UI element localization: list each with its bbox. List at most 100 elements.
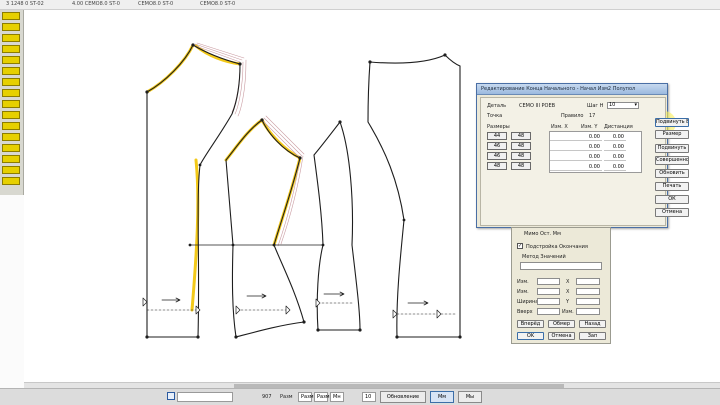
size-button[interactable]: 48 — [487, 162, 507, 170]
size-button[interactable]: 46 — [487, 152, 507, 160]
step-select[interactable]: 10 ▾ — [607, 102, 639, 109]
column-sizes: Размеры — [487, 124, 510, 130]
tool-cut-icon[interactable] — [2, 100, 20, 108]
tool-curve-icon[interactable] — [2, 45, 20, 53]
method-field[interactable] — [520, 262, 602, 270]
size-button[interactable]: 48 — [511, 142, 531, 150]
adjust-label: Подстройка Окончания — [526, 244, 588, 250]
values-table[interactable]: 0.00 0.00 0.00 0.00 0.00 0.00 0.00 0.00 — [549, 131, 642, 173]
row-label: X — [566, 279, 570, 285]
value-field[interactable] — [537, 278, 560, 285]
row-label: X — [566, 289, 570, 295]
back-button[interactable]: Назад — [579, 320, 606, 328]
tool-dart-icon[interactable] — [2, 111, 20, 119]
column-dist: Дистанция — [604, 124, 633, 130]
table-cell[interactable]: 0.00 — [604, 163, 626, 171]
method-label: Метод Значений — [522, 254, 566, 260]
step-field[interactable]: 10 — [362, 392, 376, 402]
field-a[interactable]: Разм — [314, 392, 330, 402]
table-cell[interactable] — [550, 153, 580, 161]
size-button[interactable]: 48 — [511, 162, 531, 170]
size-button[interactable]: 48 — [511, 152, 531, 160]
table-cell[interactable]: 0.00 — [604, 133, 626, 141]
grade-rule-lines — [192, 42, 305, 247]
row-label: Изм. — [562, 309, 574, 315]
value-field[interactable] — [537, 308, 560, 315]
size-button[interactable]: 44 — [487, 132, 507, 140]
tool-point-icon[interactable] — [2, 23, 20, 31]
align-button[interactable]: Совершенно — [655, 156, 689, 165]
ok-button[interactable]: ОК — [655, 195, 689, 204]
table-cell[interactable]: 0.00 — [580, 143, 602, 151]
grading-panel[interactable]: Мимо Ост. Мм ✓ Подстройка Окончания Мето… — [511, 227, 611, 344]
tool-zoom-icon[interactable] — [2, 155, 20, 163]
tool-mirror-icon[interactable] — [2, 89, 20, 97]
units-button[interactable]: Мы — [458, 391, 482, 403]
table-cell[interactable] — [550, 133, 580, 141]
size-field[interactable]: Разм — [298, 392, 314, 402]
dialog-body: Деталь CEMO III PОЕВ Шаг Н 10 ▾ Точка Пр… — [480, 97, 689, 226]
info-item: 3 1248 0 ST-02 — [6, 1, 44, 7]
tool-palette — [0, 10, 24, 195]
row-label: Ширина — [517, 299, 539, 305]
table-cell[interactable]: 0.00 — [604, 143, 626, 151]
panel-ok-button[interactable]: OK — [517, 332, 544, 340]
panel-save-button[interactable]: Зап — [579, 332, 606, 340]
mm-button[interactable]: Мм — [430, 391, 454, 403]
row-label: Изм. — [517, 279, 529, 285]
tool-rotate-icon[interactable] — [2, 78, 20, 86]
tool-grade-icon[interactable] — [2, 133, 20, 141]
value-field[interactable] — [576, 288, 600, 295]
value-field[interactable] — [576, 278, 600, 285]
dialog-title[interactable]: Редактирование Конца Начального - Начал … — [477, 84, 667, 95]
shift-button[interactable]: Подвинуть — [655, 144, 689, 153]
tool-notch-icon[interactable] — [2, 122, 20, 130]
table-cell[interactable]: 0.00 — [604, 153, 626, 161]
row-label: Y — [566, 299, 570, 305]
field-b[interactable]: Мн — [330, 392, 344, 402]
table-cell[interactable] — [550, 163, 580, 171]
size-label: Разм — [280, 394, 293, 400]
table-cell[interactable]: 0.00 — [580, 133, 602, 141]
panel-title: Мимо Ост. Мм — [524, 231, 561, 237]
info-item: CEMO8.0 ST-0 — [138, 1, 174, 7]
column-dx: Изм. X — [551, 124, 568, 130]
value-field[interactable] — [537, 288, 560, 295]
table-cell[interactable]: 0.00 — [580, 163, 602, 171]
point-label: Точка — [487, 113, 503, 119]
chevron-down-icon: ▾ — [634, 102, 637, 108]
value-field[interactable] — [576, 298, 600, 305]
edit-point-dialog[interactable]: Редактирование Конца Начального - Начал … — [476, 83, 689, 228]
adjust-checkbox[interactable]: ✓ — [517, 243, 523, 249]
tool-text-icon[interactable] — [2, 144, 20, 152]
info-strip: 3 1248 0 ST-02 4.00 CEMO8.0 ST-0 CEMO8.0… — [0, 0, 720, 10]
move-button[interactable]: Подвинуть В — [655, 118, 689, 127]
table-cell[interactable] — [550, 143, 580, 151]
tool-pan-icon[interactable] — [2, 166, 20, 174]
table-cell[interactable]: 0.00 — [580, 153, 602, 161]
size-toggle-button[interactable]: Размер — [655, 130, 689, 139]
panel-cancel-button[interactable]: Отмена — [548, 332, 575, 340]
tool-measure-icon[interactable] — [2, 56, 20, 64]
size-button[interactable]: 46 — [487, 142, 507, 150]
value-field[interactable] — [537, 298, 560, 305]
forward-button[interactable]: Вперёд — [517, 320, 544, 328]
value-field[interactable] — [576, 308, 600, 315]
cancel-button[interactable]: Отмена — [655, 208, 689, 217]
size-button[interactable]: 48 — [511, 132, 531, 140]
tool-delete-icon[interactable] — [2, 177, 20, 185]
refresh-button[interactable]: Обновить — [655, 169, 689, 178]
status-icon[interactable] — [167, 392, 175, 400]
status-field[interactable] — [177, 392, 233, 402]
update-button[interactable]: Обновление — [380, 391, 426, 403]
tool-move-icon[interactable] — [2, 67, 20, 75]
status-value: 907 — [262, 394, 272, 400]
info-item: CEMO8.0 ST-0 — [200, 1, 236, 7]
column-dy: Изм. Y — [581, 124, 598, 130]
tool-select-icon[interactable] — [2, 12, 20, 20]
row-label: Вверх — [517, 309, 533, 315]
measure-button[interactable]: Обмер — [548, 320, 575, 328]
tool-line-icon[interactable] — [2, 34, 20, 42]
print-button[interactable]: Печать — [655, 182, 689, 191]
rule-label: Правило — [561, 113, 584, 119]
